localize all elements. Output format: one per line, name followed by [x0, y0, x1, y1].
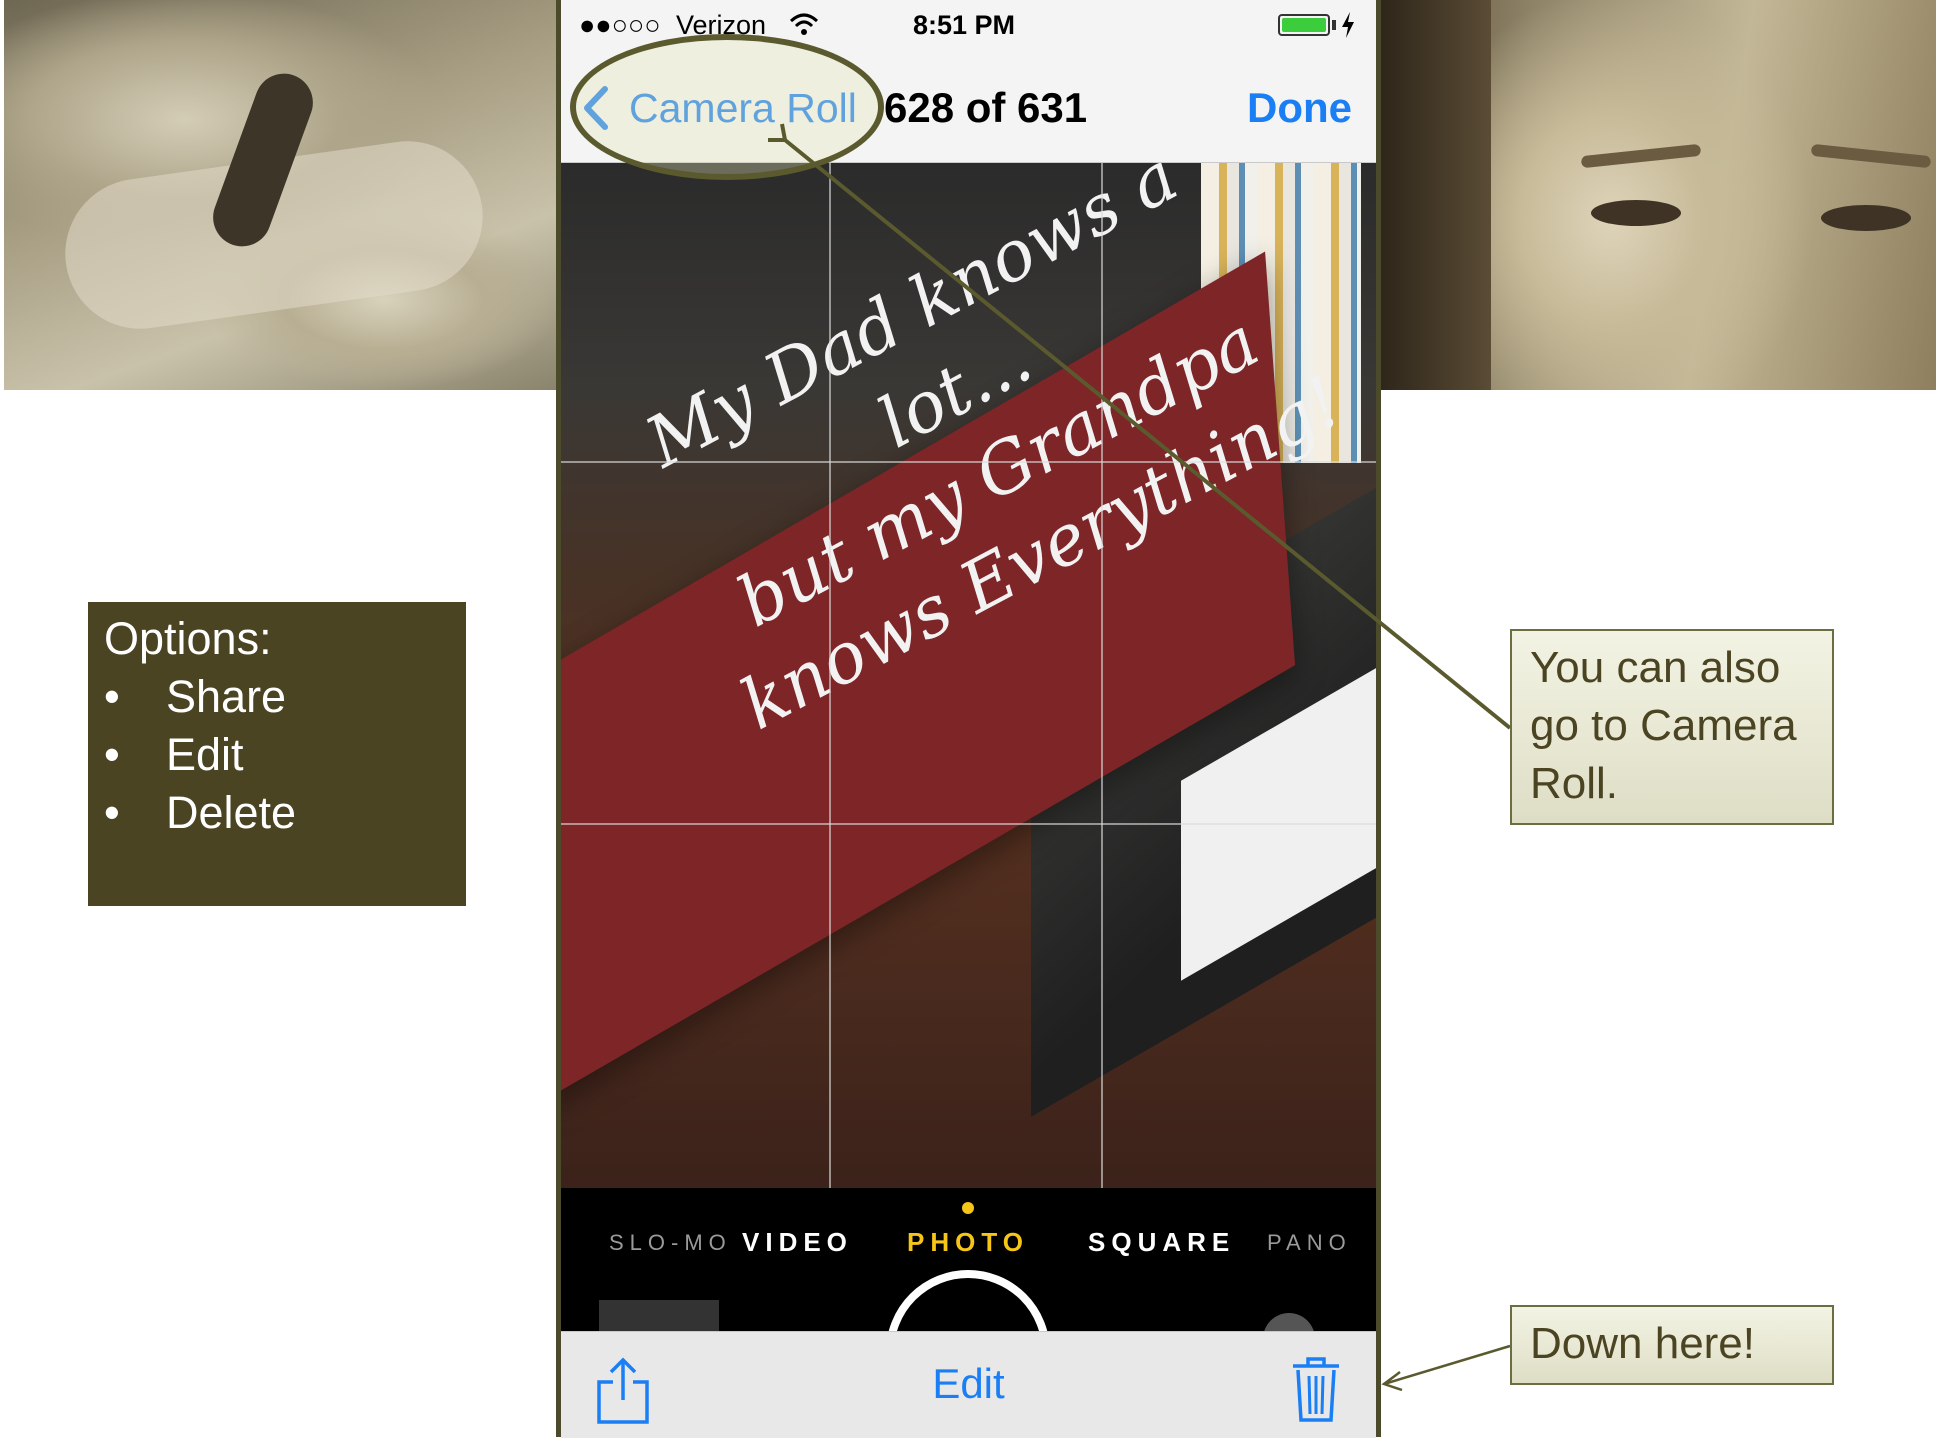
photo-viewer[interactable]: My Dad knows a lot... but my Grandpa kno…: [561, 163, 1376, 1188]
done-button[interactable]: Done: [1247, 84, 1352, 132]
iphone-screen: ●●○○○ Verizon 8:51 PM Camera Roll 628 of…: [556, 0, 1381, 1438]
mode-video[interactable]: VIDEO: [742, 1227, 853, 1258]
mode-square[interactable]: SQUARE: [1088, 1227, 1235, 1258]
active-mode-indicator: [962, 1202, 974, 1214]
mode-photo[interactable]: PHOTO: [907, 1227, 1029, 1258]
photo-count: 628 of 631: [884, 84, 1088, 131]
mode-pano[interactable]: PANO: [1267, 1230, 1352, 1256]
trash-icon[interactable]: [1291, 1354, 1341, 1424]
down-here-pointer-line: [1383, 1344, 1511, 1386]
camera-roll-note: You can also go to Camera Roll.: [1510, 629, 1834, 825]
camera-mode-bar: SLO-MO VIDEO PHOTO SQUARE PANO: [561, 1188, 1376, 1331]
edit-button[interactable]: Edit: [561, 1360, 1376, 1408]
clock: 8:51 PM: [913, 10, 1016, 40]
grid-line: [829, 163, 831, 1188]
battery-tip: [1332, 20, 1336, 30]
shutter-button[interactable]: [886, 1270, 1050, 1331]
option-delete: Delete: [104, 784, 450, 842]
eyebrow: [1810, 143, 1932, 169]
wifi-icon: [789, 13, 819, 35]
options-title: Options:: [104, 613, 272, 664]
battery-icon: [1278, 14, 1330, 36]
background-photo-left: [4, 0, 556, 390]
last-photo-thumbnail[interactable]: [599, 1300, 719, 1331]
arrowhead: [1381, 1371, 1403, 1392]
eyebrow: [1580, 143, 1702, 169]
options-list: Share Edit Delete: [104, 668, 450, 842]
eye: [1821, 205, 1911, 231]
grid-line: [1101, 163, 1103, 1188]
signal-strength: ●●○○○: [579, 10, 661, 40]
option-edit: Edit: [104, 726, 450, 784]
mode-slo-mo[interactable]: SLO-MO: [609, 1230, 732, 1256]
down-here-note: Down here!: [1510, 1305, 1834, 1385]
bottom-toolbar: Edit: [561, 1331, 1376, 1438]
charging-icon: [1342, 12, 1354, 38]
hair-shape: [1381, 0, 1491, 390]
option-share: Share: [104, 668, 450, 726]
camera-switch-button[interactable]: [1263, 1313, 1315, 1331]
eye: [1591, 200, 1681, 226]
grid-line: [561, 461, 1376, 463]
background-photo-right: [1381, 0, 1936, 390]
grid-line: [561, 823, 1376, 825]
camera-roll-highlight: [570, 34, 884, 180]
options-callout: Options: Share Edit Delete: [88, 602, 466, 906]
